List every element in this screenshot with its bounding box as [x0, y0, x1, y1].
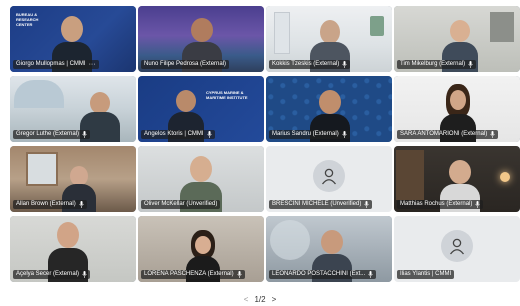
- participant-name-label: SARA ANTOMARIONI (External): [397, 130, 499, 139]
- participant-tile[interactable]: Tim Mikelburg (External): [394, 6, 520, 72]
- microphone-icon: [342, 61, 347, 68]
- participant-tile[interactable]: LORENA PASCHENZA (External): [138, 216, 264, 282]
- microphone-icon: [82, 131, 87, 138]
- participant-name-label: Ilias Ylantis | CMMI: [397, 270, 455, 279]
- participant-tile[interactable]: BUREAU & RESEARCH CENTER Giorgo Mullopma…: [10, 6, 136, 72]
- participant-tile[interactable]: Matthias Rochus (External): [394, 146, 520, 212]
- participant-tile[interactable]: Gregor Luthe (External): [10, 76, 136, 142]
- person-icon: [449, 238, 465, 255]
- participant-name-label: Giorgo Mullopmas | CMMI ···: [13, 60, 99, 69]
- participant-name-label: Kokkis Tzeskis (External): [269, 60, 351, 69]
- microphone-icon: [78, 201, 84, 208]
- avatar: [441, 230, 473, 262]
- microphone-icon: [368, 271, 373, 278]
- participant-tile[interactable]: LEONARDO POSTACCHINI (Ext...: [266, 216, 392, 282]
- participant-name-label: LORENA PASCHENZA (External): [141, 270, 245, 279]
- participant-name-label: Açelya Secer (External): [13, 270, 91, 279]
- participant-tile[interactable]: CYPRUS MARINE & MARITIME INSTITUTE Angel…: [138, 76, 264, 142]
- participant-name-label: Angelos Ktoris | CMMI: [141, 130, 215, 139]
- microphone-icon: [236, 271, 242, 278]
- participant-name-label: Marius Sandru (External): [269, 130, 350, 139]
- participant-tile[interactable]: Ilias Ylantis | CMMI: [394, 216, 520, 282]
- person-icon: [321, 168, 337, 185]
- microphone-icon: [82, 271, 87, 278]
- participant-name-label: BRESCINI MICHELE (Unverified): [269, 200, 373, 209]
- participant-grid: BUREAU & RESEARCH CENTER Giorgo Mullopma…: [10, 6, 520, 282]
- participant-tile[interactable]: Nuno Filipe Pedrosa (External): [138, 6, 264, 72]
- more-options-icon[interactable]: ···: [89, 60, 96, 69]
- participant-tile[interactable]: SARA ANTOMARIONI (External): [394, 76, 520, 142]
- avatar: [313, 160, 345, 192]
- next-page-button[interactable]: >: [272, 295, 277, 304]
- background-logo: CYPRUS MARINE & MARITIME INSTITUTE: [206, 90, 248, 100]
- microphone-icon: [206, 131, 212, 138]
- participant-tile[interactable]: Oliver McKellar (Unverified): [138, 146, 264, 212]
- participant-tile[interactable]: Kokkis Tzeskis (External): [266, 6, 392, 72]
- microphone-icon: [468, 61, 473, 68]
- participant-name-label: Tim Mikelburg (External): [397, 60, 477, 69]
- microphone-icon: [490, 131, 495, 138]
- participant-name-label: Nuno Filipe Pedrosa (External): [141, 60, 230, 69]
- participant-tile[interactable]: Marius Sandru (External): [266, 76, 392, 142]
- microphone-icon: [364, 201, 370, 208]
- participant-tile[interactable]: Açelya Secer (External): [10, 216, 136, 282]
- participant-name-label: Gregor Luthe (External): [13, 130, 91, 139]
- participant-tile[interactable]: BRESCINI MICHELE (Unverified): [266, 146, 392, 212]
- previous-page-button[interactable]: <: [244, 295, 249, 304]
- participant-name-label: LEONARDO POSTACCHINI (Ext...: [269, 270, 377, 279]
- participant-name-label: Matthias Rochus (External): [397, 200, 484, 209]
- pagination: < 1/2 >: [0, 294, 520, 304]
- page-indicator: 1/2: [254, 294, 266, 304]
- participant-name-label: Oliver McKellar (Unverified): [141, 200, 221, 209]
- participant-tile[interactable]: Allan Brown (External): [10, 146, 136, 212]
- microphone-icon: [341, 131, 347, 138]
- microphone-icon: [475, 201, 481, 208]
- participant-name-label: Allan Brown (External): [13, 200, 87, 209]
- background-logo: BUREAU & RESEARCH CENTER: [16, 12, 39, 27]
